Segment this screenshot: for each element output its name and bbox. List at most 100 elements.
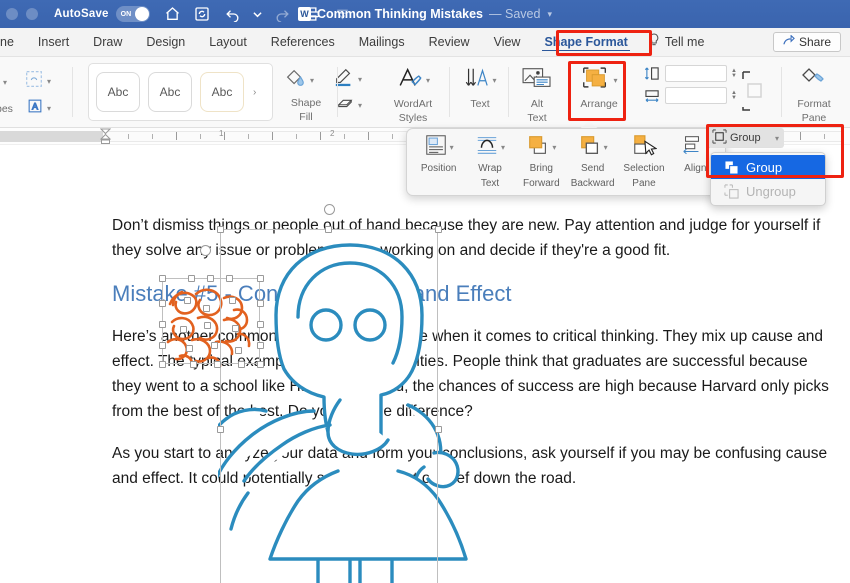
- chevron-down-icon[interactable]: ▾: [310, 76, 314, 85]
- shape-fill-control[interactable]: ▾: [283, 67, 314, 94]
- selection-handle[interactable]: [217, 226, 224, 233]
- chevron-down-icon[interactable]: [253, 5, 262, 24]
- print-icon[interactable]: [303, 5, 322, 24]
- chevron-down-icon[interactable]: ▾: [358, 75, 362, 84]
- crop-icon[interactable]: [740, 69, 768, 118]
- arrange-item-selection-pane[interactable]: Selection Pane: [618, 134, 669, 189]
- shape-style-3[interactable]: Abc: [200, 72, 244, 112]
- save-sync-icon[interactable]: [193, 5, 212, 24]
- shape-styles-gallery[interactable]: Abc Abc Abc ›: [88, 63, 273, 121]
- selection-handle[interactable]: [232, 325, 239, 332]
- selection-handle[interactable]: [435, 426, 442, 433]
- group-menu-item-group[interactable]: Group: [711, 155, 825, 179]
- shape-effects-2-control[interactable]: ▾: [335, 95, 362, 116]
- selection-handle[interactable]: [257, 342, 264, 349]
- chevron-down-icon[interactable]: ▾: [450, 143, 454, 152]
- chevron-down-icon[interactable]: ▾: [47, 77, 51, 86]
- shape-style-1[interactable]: Abc: [96, 72, 140, 112]
- arrange-item-wrap-text[interactable]: ▾ Wrap Text: [464, 134, 515, 189]
- selection-handle[interactable]: [238, 361, 245, 368]
- rotation-handle-scribble[interactable]: [200, 245, 211, 256]
- text-effects-control[interactable]: A ▾: [26, 97, 51, 120]
- tab-home[interactable]: ne: [0, 35, 26, 49]
- selection-handle[interactable]: [159, 342, 166, 349]
- gallery-more-icon[interactable]: ›: [253, 87, 256, 98]
- shape-width-input[interactable]: [665, 87, 727, 104]
- tell-me-control[interactable]: Tell me: [648, 33, 704, 51]
- selection-handle[interactable]: [229, 297, 236, 304]
- selection-handle[interactable]: [325, 226, 332, 233]
- selection-handle[interactable]: [226, 275, 233, 282]
- first-line-indent-marker[interactable]: [99, 128, 112, 146]
- selection-handle[interactable]: [257, 321, 264, 328]
- arrange-item-position[interactable]: ▾ Position: [413, 134, 464, 175]
- tab-shape-format[interactable]: Shape Format: [532, 35, 639, 51]
- selection-handle[interactable]: [257, 300, 264, 307]
- close-window-button[interactable]: [6, 8, 18, 20]
- selection-handle[interactable]: [217, 426, 224, 433]
- home-icon[interactable]: [163, 5, 182, 24]
- selection-handle[interactable]: [159, 361, 166, 368]
- shape-height-input[interactable]: [665, 65, 727, 82]
- chevron-down-icon[interactable]: ▾: [426, 76, 430, 85]
- width-stepper[interactable]: ▲ ▼: [731, 90, 739, 101]
- height-stepper[interactable]: ▲ ▼: [731, 68, 739, 79]
- arrange-icon-row[interactable]: ▾: [580, 64, 618, 96]
- selection-handle[interactable]: [180, 326, 187, 333]
- arrange-dropdown-panel[interactable]: ▾ Position ▾ Wrap Text ▾ Bring Forward ▾…: [406, 128, 726, 196]
- selection-handle[interactable]: [235, 347, 242, 354]
- text-direction-row[interactable]: ▾: [463, 65, 497, 96]
- customize-toolbar-icon[interactable]: [333, 5, 352, 24]
- window-controls[interactable]: [0, 8, 38, 20]
- arrange-item-bring-forward[interactable]: ▾ Bring Forward: [516, 134, 567, 189]
- chevron-down-icon[interactable]: ▾: [47, 104, 51, 113]
- autosave-control[interactable]: AutoSave ON: [54, 6, 150, 22]
- chevron-down-icon[interactable]: ▾: [492, 76, 496, 85]
- selection-handle[interactable]: [188, 275, 195, 282]
- shape-style-2[interactable]: Abc: [148, 72, 192, 112]
- shape-width-row[interactable]: ▲ ▼: [643, 87, 739, 104]
- chevron-down-icon[interactable]: ▾: [358, 101, 362, 110]
- tab-view[interactable]: View: [482, 35, 533, 49]
- autosave-toggle[interactable]: ON: [115, 6, 150, 22]
- group-context-menu[interactable]: Group Ungroup: [710, 152, 826, 206]
- selection-handle[interactable]: [203, 305, 210, 312]
- chevron-down-icon[interactable]: ▾: [775, 134, 779, 143]
- undo-icon[interactable]: [223, 5, 242, 24]
- selection-handle[interactable]: [159, 275, 166, 282]
- chevron-down-icon[interactable]: ▾: [613, 76, 617, 85]
- chevron-down-icon[interactable]: ▾: [3, 78, 7, 87]
- selection-handle[interactable]: [257, 361, 264, 368]
- tab-draw[interactable]: Draw: [81, 35, 134, 49]
- shape-outline-control[interactable]: ▾: [0, 69, 7, 96]
- selection-handle[interactable]: [257, 275, 264, 282]
- tab-layout[interactable]: Layout: [197, 35, 259, 49]
- share-button[interactable]: Share: [772, 32, 841, 52]
- document-page[interactable]: Don’t dismiss things or people out of ha…: [0, 145, 850, 583]
- group-dropdown-button[interactable]: Group ▾: [708, 128, 784, 148]
- selection-handle[interactable]: [435, 226, 442, 233]
- arrange-item-send-backward[interactable]: ▾ Send Backward: [567, 134, 618, 189]
- shape-effects-control[interactable]: ▾: [24, 69, 51, 94]
- wordart-icon-row[interactable]: ▾: [396, 65, 430, 96]
- redo-icon[interactable]: [273, 5, 292, 24]
- selection-handle[interactable]: [204, 322, 211, 329]
- selection-handle[interactable]: [207, 275, 214, 282]
- shape-height-row[interactable]: ▲ ▼: [643, 65, 739, 82]
- minimize-window-button[interactable]: [26, 8, 38, 20]
- selection-handle[interactable]: [159, 321, 166, 328]
- chevron-down-icon[interactable]: ▾: [547, 9, 552, 20]
- selection-handle[interactable]: [184, 297, 191, 304]
- tab-review[interactable]: Review: [417, 35, 482, 49]
- selection-frame-scribble[interactable]: [162, 278, 260, 364]
- tab-design[interactable]: Design: [134, 35, 197, 49]
- selection-handle[interactable]: [214, 361, 221, 368]
- tab-insert[interactable]: Insert: [26, 35, 81, 49]
- selection-handle[interactable]: [211, 342, 218, 349]
- selection-handle[interactable]: [159, 300, 166, 307]
- chevron-down-icon[interactable]: ▾: [501, 143, 505, 152]
- quick-access-toolbar[interactable]: [163, 5, 352, 24]
- selection-handle[interactable]: [186, 345, 193, 352]
- selection-handle[interactable]: [190, 361, 197, 368]
- rotation-handle-figure[interactable]: [324, 204, 335, 215]
